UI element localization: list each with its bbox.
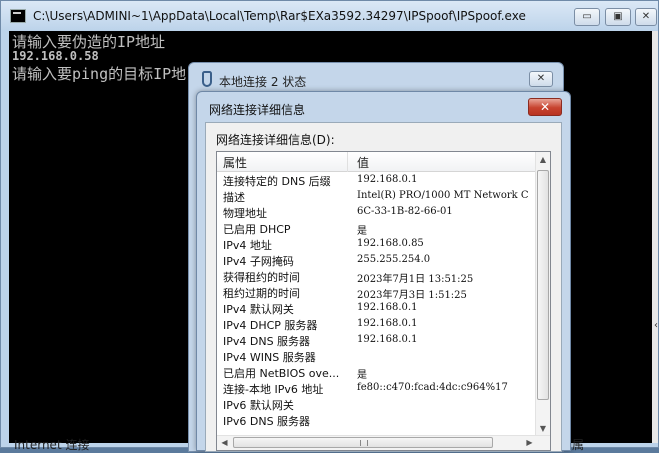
row-value: 192.168.0.1 <box>357 302 418 313</box>
row-value: 192.168.0.85 <box>357 238 424 249</box>
table-row[interactable]: IPv4 子网掩码 255.255.254.0 <box>217 252 537 268</box>
row-property: IPv4 WINS 服务器 <box>223 351 316 364</box>
row-property: 已启用 NetBIOS ove... <box>223 367 340 380</box>
row-value: fe80::c470:fcad:4dc:c964%17 <box>357 382 508 393</box>
table-row[interactable]: IPv4 DHCP 服务器 192.168.0.1 <box>217 316 537 332</box>
table-row[interactable]: 租约过期的时间 2023年7月3日 1:51:25 <box>217 284 537 301</box>
table-row[interactable]: IPv4 DNS 服务器 192.168.0.1 <box>217 332 537 348</box>
background-properties-label: 属 <box>572 438 585 452</box>
row-property: IPv6 默认网关 <box>223 399 294 412</box>
row-property: 连接特定的 DNS 后缀 <box>223 175 331 188</box>
horizontal-scroll-thumb[interactable] <box>233 437 493 448</box>
row-property: IPv4 地址 <box>223 239 272 252</box>
table-row[interactable]: 描述 Intel(R) PRO/1000 MT Network C <box>217 188 537 204</box>
row-property: 已启用 DHCP <box>223 223 291 236</box>
table-row[interactable]: 连接-本地 IPv6 地址 fe80::c470:fcad:4dc:c964%17 <box>217 380 537 396</box>
table-row[interactable]: 物理地址 6C-33-1B-82-66-01 <box>217 204 537 220</box>
row-property: IPv4 子网掩码 <box>223 255 294 268</box>
table-row[interactable]: 已启用 DHCP 是 <box>217 220 537 237</box>
row-property: IPv4 默认网关 <box>223 303 294 316</box>
console-title-bar[interactable]: C:\Users\ADMINI~1\AppData\Local\Temp\Rar… <box>1 1 658 31</box>
details-rows: 连接特定的 DNS 后缀 192.168.0.1 描述 Intel(R) PRO/10… <box>217 172 537 428</box>
row-property: IPv6 DNS 服务器 <box>223 415 311 428</box>
scroll-up-icon[interactable]: ▲ <box>536 152 550 168</box>
console-scrollbar[interactable] <box>652 31 658 443</box>
console-title: C:\Users\ADMINI~1\AppData\Local\Temp\Rar… <box>33 9 526 23</box>
row-value: 是 <box>357 370 367 381</box>
table-row[interactable]: IPv4 WINS 服务器 <box>217 348 537 364</box>
grip-icon <box>360 440 368 446</box>
vertical-scrollbar[interactable]: ▲ ▼ <box>535 152 550 437</box>
console-line: 192.168.0.58 <box>12 49 99 63</box>
table-row[interactable]: 连接特定的 DNS 后缀 192.168.0.1 <box>217 172 537 188</box>
column-header-property[interactable]: 属性 <box>223 154 247 171</box>
details-list-label: 网络连接详细信息(D): <box>216 133 335 147</box>
column-divider[interactable] <box>347 152 348 172</box>
row-value: 192.168.0.1 <box>357 318 418 329</box>
details-dialog: 网络连接详细信息 ✕ 网络连接详细信息(D): 属性 值 连接特定的 DNS 后… <box>196 91 571 452</box>
minimize-button[interactable]: ▭ <box>574 8 600 26</box>
row-value: 2023年7月1日 13:51:25 <box>357 274 474 285</box>
details-dialog-title: 网络连接详细信息 <box>209 103 306 117</box>
scroll-arrow-icon[interactable]: ‹ <box>654 320 658 331</box>
row-value: Intel(R) PRO/1000 MT Network C <box>357 190 529 201</box>
restore-button[interactable]: ▣ <box>605 8 631 26</box>
row-property: 描述 <box>223 191 245 204</box>
row-property: 租约过期的时间 <box>223 287 300 300</box>
console-close-button[interactable]: ✕ <box>635 8 657 26</box>
row-value: 6C-33-1B-82-66-01 <box>357 206 453 217</box>
status-dialog-title: 本地连接 2 状态 <box>219 75 307 89</box>
row-property: 物理地址 <box>223 207 267 220</box>
table-row[interactable]: IPv6 默认网关 <box>217 396 537 412</box>
row-value: 192.168.0.1 <box>357 174 418 185</box>
table-row[interactable]: IPv4 默认网关 192.168.0.1 <box>217 300 537 316</box>
row-value: 192.168.0.1 <box>357 334 418 345</box>
network-connection-icon <box>202 71 212 87</box>
vertical-scroll-thumb[interactable] <box>537 170 549 400</box>
row-property: IPv4 DNS 服务器 <box>223 335 311 348</box>
details-list[interactable]: 属性 值 连接特定的 DNS 后缀 192.168.0.1 描述 Intel(R) P… <box>216 151 551 451</box>
table-row[interactable]: 已启用 NetBIOS ove... 是 <box>217 364 537 381</box>
table-row[interactable]: IPv6 DNS 服务器 <box>217 412 537 428</box>
details-close-button[interactable]: ✕ <box>528 98 562 116</box>
list-header: 属性 值 <box>217 152 537 172</box>
row-value: 2023年7月3日 1:51:25 <box>357 290 467 301</box>
row-property: 连接-本地 IPv6 地址 <box>223 383 324 396</box>
console-app-icon <box>10 9 26 23</box>
status-close-button[interactable]: ✕ <box>529 71 553 87</box>
row-property: 获得租约的时间 <box>223 271 300 284</box>
table-row[interactable]: 获得租约的时间 2023年7月1日 13:51:25 <box>217 268 537 285</box>
background-internet-label: Internet 连接 <box>14 438 90 452</box>
console-line: 请输入要ping的目标IP地 <box>12 65 187 83</box>
row-value: 255.255.254.0 <box>357 254 431 265</box>
details-panel: 网络连接详细信息(D): 属性 值 连接特定的 DNS 后缀 192.168.0.… <box>205 122 562 452</box>
row-value: 是 <box>357 226 367 237</box>
table-row[interactable]: IPv4 地址 192.168.0.85 <box>217 236 537 252</box>
column-header-value[interactable]: 值 <box>357 154 369 171</box>
row-property: IPv4 DHCP 服务器 <box>223 319 318 332</box>
